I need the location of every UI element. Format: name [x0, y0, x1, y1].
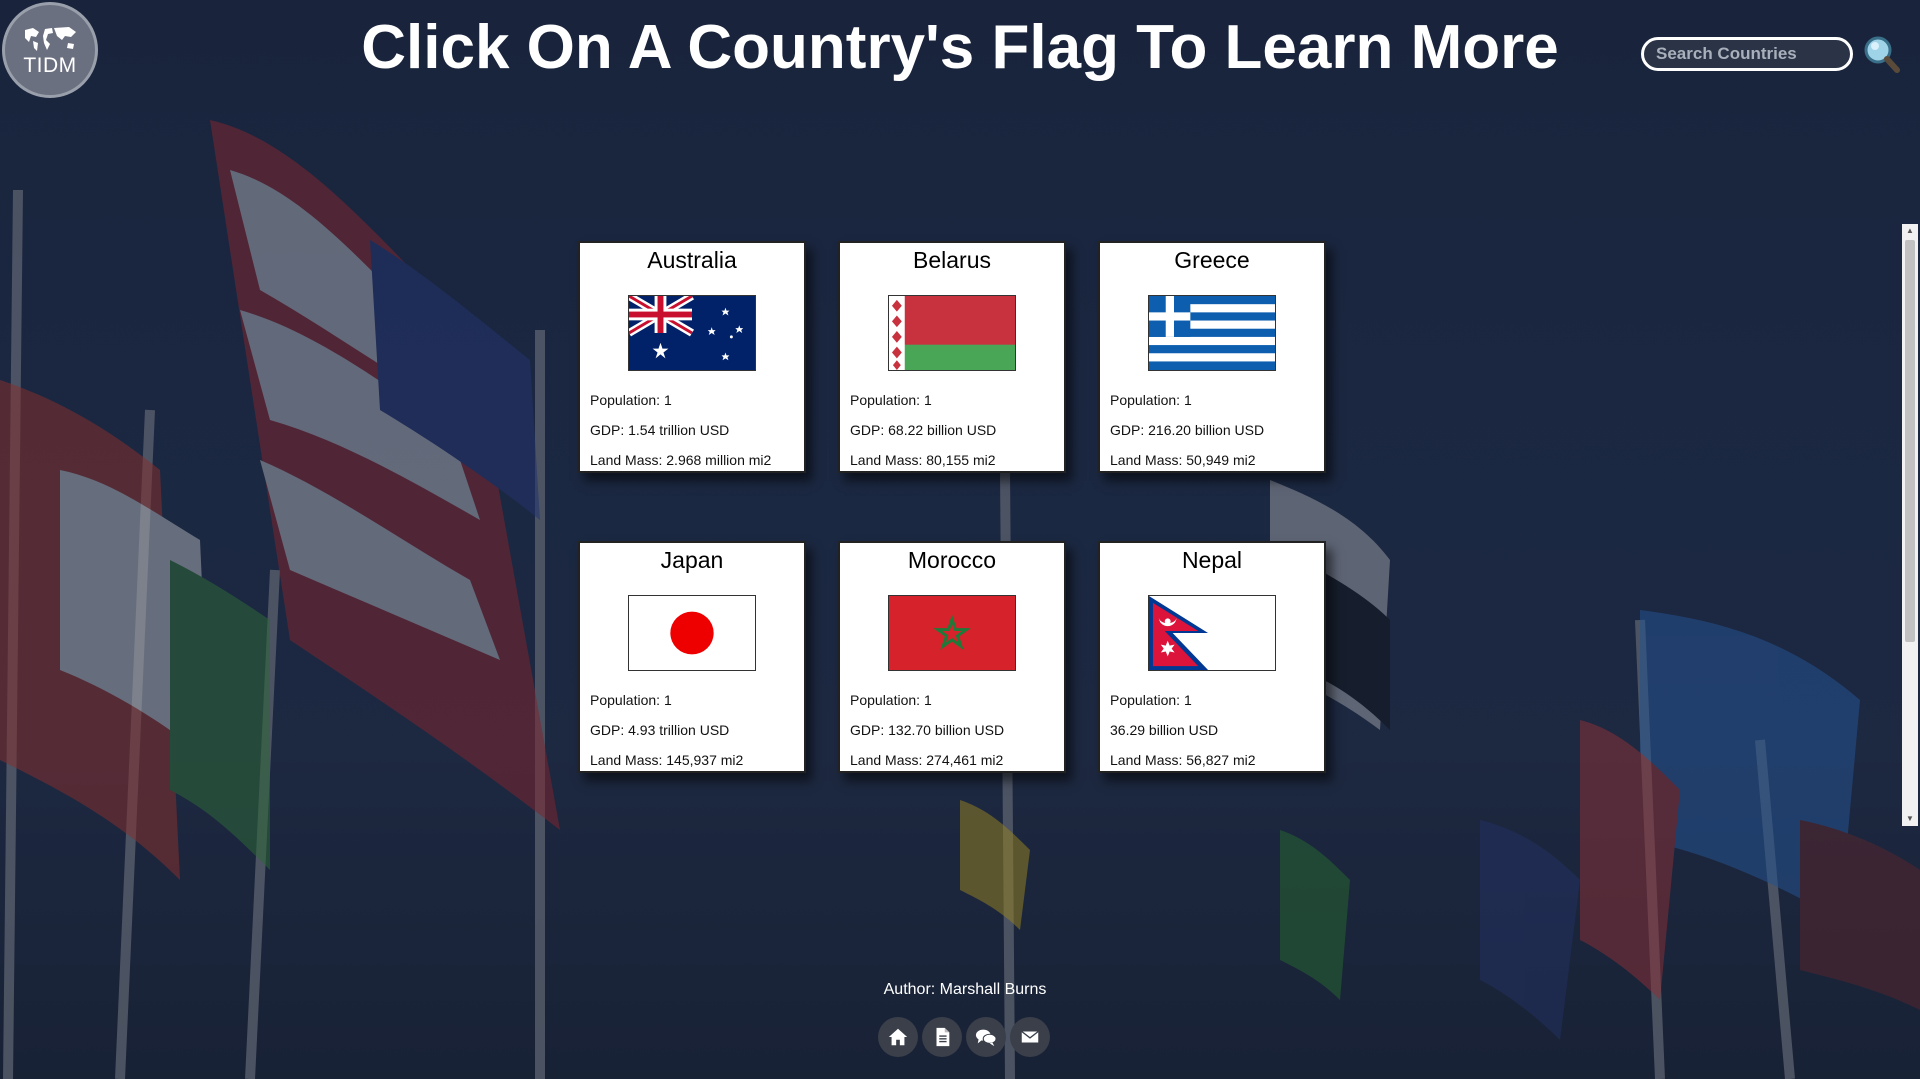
population-label: Population: 1: [850, 692, 932, 708]
country-name: Greece: [1174, 247, 1250, 273]
author-credit: Author: Marshall Burns: [883, 981, 1047, 998]
country-card-belarus[interactable]: Belarus Population: 1 GDP: 68.22 billion…: [838, 241, 1066, 473]
country-card-nepal[interactable]: Nepal Population: 1 36.29 billion USD La…: [1098, 541, 1326, 773]
gdp-label: GDP: 216.20 billion USD: [1110, 422, 1265, 438]
morocco-flag[interactable]: [888, 595, 1016, 671]
land-mass-label: Land Mass: 2.968 million mi2: [590, 452, 772, 468]
country-grid: Australia Population: 1 GDP: 1.54 trilli…: [578, 241, 1326, 773]
population-label: Population: 1: [850, 392, 932, 408]
document-button[interactable]: [922, 1017, 962, 1057]
land-mass-label: Land Mass: 274,461 mi2: [850, 752, 1004, 768]
mail-icon: [1021, 1030, 1039, 1043]
greece-flag[interactable]: [1148, 295, 1276, 371]
chat-icon: [975, 1029, 997, 1047]
gdp-label: GDP: 4.93 trillion USD: [590, 722, 730, 738]
footer-nav: [878, 1017, 1050, 1057]
scroll-down-arrow-icon[interactable]: ▼: [1902, 812, 1918, 826]
country-name: Japan: [660, 547, 724, 573]
country-stats: Population: 1 36.29 billion USD Land Mas…: [1100, 685, 1324, 775]
country-name: Australia: [647, 247, 737, 273]
country-name: Belarus: [913, 247, 991, 273]
gdp-label: GDP: 132.70 billion USD: [850, 722, 1005, 738]
search-bar: [1641, 34, 1901, 74]
population-label: Population: 1: [1110, 692, 1192, 708]
document-icon: [936, 1027, 950, 1047]
land-mass-label: Land Mass: 56,827 mi2: [1110, 752, 1256, 768]
gdp-label: GDP: 68.22 billion USD: [850, 422, 997, 438]
country-name: Nepal: [1181, 547, 1243, 573]
mail-button[interactable]: [1010, 1017, 1050, 1057]
country-card-morocco[interactable]: Morocco Population: 1 GDP: 132.70 billio…: [838, 541, 1066, 773]
search-icon[interactable]: [1861, 34, 1901, 74]
scrollbar[interactable]: ▲ ▼: [1902, 224, 1918, 826]
belarus-flag[interactable]: [888, 295, 1016, 371]
scroll-thumb[interactable]: [1905, 240, 1915, 642]
chat-button[interactable]: [966, 1017, 1006, 1057]
home-icon: [888, 1028, 908, 1046]
home-button[interactable]: [878, 1017, 918, 1057]
country-card-greece[interactable]: Greece Population: 1 GDP: 216.20 billion…: [1098, 241, 1326, 473]
country-card-australia[interactable]: Australia Population: 1 GDP: 1.54 trilli…: [578, 241, 806, 473]
gdp-label: GDP: 1.54 trillion USD: [590, 422, 730, 438]
country-card-japan[interactable]: Japan Population: 1 GDP: 4.93 trillion U…: [578, 541, 806, 773]
nepal-flag[interactable]: [1148, 595, 1276, 671]
country-name: Morocco: [907, 547, 997, 573]
land-mass-label: Land Mass: 145,937 mi2: [590, 752, 744, 768]
japan-flag[interactable]: [628, 595, 756, 671]
country-stats: Population: 1 GDP: 68.22 billion USD Lan…: [840, 385, 1064, 475]
land-mass-label: Land Mass: 80,155 mi2: [850, 452, 996, 468]
page-title: Click On A Country's Flag To Learn More: [361, 13, 1559, 82]
population-label: Population: 1: [590, 692, 672, 708]
search-input[interactable]: [1641, 37, 1853, 71]
country-stats: Population: 1 GDP: 216.20 billion USD La…: [1100, 385, 1324, 475]
country-stats: Population: 1 GDP: 1.54 trillion USD Lan…: [580, 385, 804, 475]
gdp-label: 36.29 billion USD: [1110, 722, 1219, 738]
population-label: Population: 1: [1110, 392, 1192, 408]
scroll-up-arrow-icon[interactable]: ▲: [1902, 224, 1918, 238]
population-label: Population: 1: [590, 392, 672, 408]
country-stats: Population: 1 GDP: 4.93 trillion USD Lan…: [580, 685, 804, 775]
land-mass-label: Land Mass: 50,949 mi2: [1110, 452, 1256, 468]
australia-flag[interactable]: [628, 295, 756, 371]
country-stats: Population: 1 GDP: 132.70 billion USD La…: [840, 685, 1064, 775]
